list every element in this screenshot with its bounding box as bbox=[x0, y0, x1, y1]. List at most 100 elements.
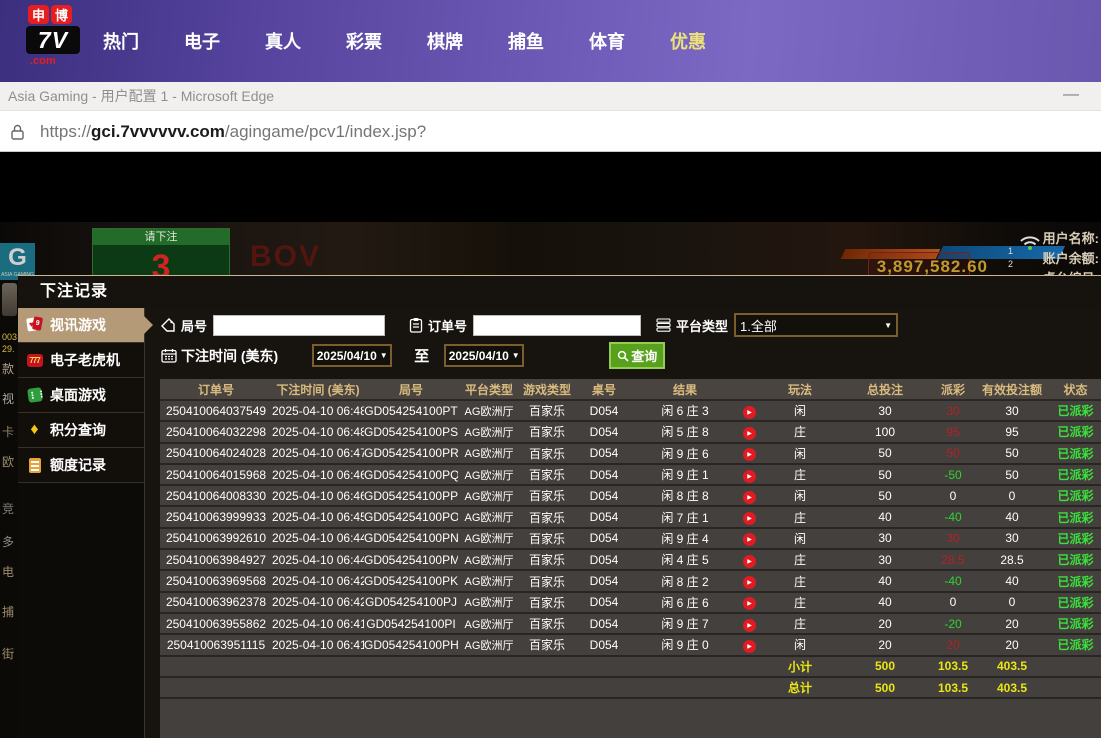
order-number-input[interactable] bbox=[473, 315, 641, 336]
replay-button[interactable] bbox=[743, 597, 756, 610]
nav-item-chess[interactable]: 棋牌 bbox=[427, 28, 463, 54]
replay-button[interactable] bbox=[743, 470, 756, 483]
cell-status: 已派彩 bbox=[1050, 636, 1101, 653]
cell-play: 庄 bbox=[762, 551, 838, 568]
platform-type-select[interactable]: 1.全部 ▼ bbox=[734, 313, 898, 337]
cell-platform: AG欧洲厅 bbox=[458, 594, 520, 610]
sidebar-item-points-query[interactable]: ♦ 积分查询 bbox=[18, 413, 144, 448]
background-fragment: 款 bbox=[2, 360, 14, 377]
nav-item-live[interactable]: 真人 bbox=[265, 28, 301, 54]
replay-button[interactable] bbox=[743, 533, 756, 546]
cell-payout: -40 bbox=[932, 574, 974, 588]
cell-replay bbox=[736, 488, 762, 504]
date-to-value: 2025/04/10 bbox=[449, 349, 509, 363]
cell-result: 闲 8 庄 2 bbox=[634, 573, 736, 590]
window-title: Asia Gaming - 用户配置 1 - Microsoft Edge bbox=[8, 82, 274, 110]
cell-round: GD054254100PP bbox=[364, 489, 458, 503]
sidebar-item-slots[interactable]: 777 电子老虎机 bbox=[18, 343, 144, 378]
cell-valid: 20 bbox=[974, 638, 1050, 652]
cell-round: GD054254100PQ bbox=[364, 468, 458, 482]
sidebar-item-table-games[interactable]: ⋮⋮ 桌面游戏 bbox=[18, 378, 144, 413]
cell-status: 已派彩 bbox=[1050, 615, 1101, 632]
cell-order: 250410063962378 bbox=[160, 595, 272, 609]
date-to-select[interactable]: 2025/04/10 ▼ bbox=[444, 344, 524, 367]
cell-payout: 0 bbox=[932, 489, 974, 503]
sidebar-item-label: 视讯游戏 bbox=[50, 315, 106, 335]
cell-replay bbox=[736, 530, 762, 546]
site-logo[interactable]: 申 博 7V .com bbox=[26, 5, 86, 67]
background-fragment: 欧 bbox=[2, 453, 14, 470]
seat-number: 1 bbox=[1008, 245, 1013, 258]
lock-icon bbox=[10, 124, 25, 140]
background-fragment: 电 bbox=[2, 563, 14, 580]
cell-platform: AG欧洲厅 bbox=[458, 467, 520, 483]
cell-table: D054 bbox=[574, 553, 634, 567]
sidebar-item-video-games[interactable]: ♥9 视讯游戏 bbox=[18, 308, 144, 343]
cell-game: 百家乐 bbox=[520, 573, 574, 590]
url-bar[interactable]: https://gci.7vvvvvv.com/agingame/pcv1/in… bbox=[0, 110, 1101, 152]
platform-type-label: 平台类型 bbox=[676, 316, 728, 335]
cell-result: 闲 6 庄 6 bbox=[634, 594, 736, 611]
cell-time: 2025-04-10 06:42:13 bbox=[272, 595, 364, 609]
cell-status: 已派彩 bbox=[1050, 530, 1101, 547]
cell-platform: AG欧洲厅 bbox=[458, 573, 520, 589]
cell-bet: 40 bbox=[838, 595, 932, 609]
replay-button[interactable] bbox=[743, 448, 756, 461]
table-header-row: 订单号下注时间 (美东)局号平台类型游戏类型桌号结果玩法总投注派彩有效投注额状态 bbox=[160, 379, 1101, 401]
replay-button[interactable] bbox=[743, 491, 756, 504]
nav-item-hot[interactable]: 热门 bbox=[103, 28, 139, 54]
column-header: 游戏类型 bbox=[520, 381, 574, 398]
background-fragment: 29. bbox=[2, 344, 15, 354]
slot-machine-icon: 777 bbox=[26, 352, 43, 369]
cell-result: 闲 9 庄 1 bbox=[634, 466, 736, 483]
nav-item-lottery[interactable]: 彩票 bbox=[346, 28, 382, 54]
sidebar-item-label: 额度记录 bbox=[50, 455, 106, 475]
replay-button[interactable] bbox=[743, 619, 756, 632]
cell-result: 闲 6 庄 3 bbox=[634, 402, 736, 419]
cell-time: 2025-04-10 06:44:52 bbox=[272, 531, 364, 545]
cell-platform: AG欧洲厅 bbox=[458, 530, 520, 546]
date-from-select[interactable]: 2025/04/10 ▼ bbox=[312, 344, 392, 367]
table-row: 2504100639558622025-04-10 06:41:38GD0542… bbox=[160, 614, 1101, 635]
modal-sidebar: ♥9 视讯游戏 777 电子老虎机 ⋮⋮ 桌面游戏 ♦ 积分查询 额度记录 bbox=[18, 308, 145, 738]
clipboard-icon bbox=[407, 317, 424, 334]
cell-status: 已派彩 bbox=[1050, 573, 1101, 590]
sidebar-item-label: 电子老虎机 bbox=[50, 350, 120, 370]
cell-game: 百家乐 bbox=[520, 423, 574, 440]
cell-bet: 50 bbox=[838, 489, 932, 503]
cell-status: 已派彩 bbox=[1050, 551, 1101, 568]
background-fragment: 街 bbox=[2, 645, 14, 662]
cell-platform: AG欧洲厅 bbox=[458, 509, 520, 525]
replay-button[interactable] bbox=[743, 576, 756, 589]
cell-time: 2025-04-10 06:41:13 bbox=[272, 638, 364, 652]
nav-item-electronic[interactable]: 电子 bbox=[184, 28, 220, 54]
sidebar-item-credit-records[interactable]: 额度记录 bbox=[18, 448, 144, 483]
replay-button[interactable] bbox=[743, 512, 756, 525]
cell-table: D054 bbox=[574, 638, 634, 652]
background-fragment: 竞 bbox=[2, 500, 14, 517]
cell-play: 庄 bbox=[762, 615, 838, 632]
nav-item-fishing[interactable]: 捕鱼 bbox=[508, 28, 544, 54]
replay-button[interactable] bbox=[743, 406, 756, 419]
nav-item-promo[interactable]: 优惠 bbox=[670, 28, 706, 54]
cell-result: 闲 9 庄 0 bbox=[634, 636, 736, 653]
site-navbar: 申 博 7V .com 热门 电子 真人 彩票 棋牌 捕鱼 体育 优惠 bbox=[0, 0, 1101, 82]
search-button[interactable]: 查询 bbox=[609, 342, 665, 369]
replay-button[interactable] bbox=[743, 427, 756, 440]
replay-button[interactable] bbox=[743, 640, 756, 653]
column-header: 订单号 bbox=[160, 381, 272, 398]
cell-play: 闲 bbox=[762, 530, 838, 547]
cell-round: GD054254100PI bbox=[364, 617, 458, 631]
round-number-input[interactable] bbox=[213, 315, 385, 336]
cell-game: 百家乐 bbox=[520, 636, 574, 653]
nav-item-sports[interactable]: 体育 bbox=[589, 28, 625, 54]
cell-valid: 0 bbox=[974, 595, 1050, 609]
nav-items: 热门 电子 真人 彩票 棋牌 捕鱼 体育 优惠 bbox=[103, 0, 706, 82]
cell-order: 250410063969568 bbox=[160, 574, 272, 588]
cell-payout: 0 bbox=[932, 595, 974, 609]
sidebar-item-label: 桌面游戏 bbox=[50, 385, 106, 405]
cell-payout: 95 bbox=[932, 425, 974, 439]
replay-button[interactable] bbox=[743, 555, 756, 568]
minimize-button[interactable]: — bbox=[1063, 82, 1079, 108]
cell-replay bbox=[736, 445, 762, 461]
